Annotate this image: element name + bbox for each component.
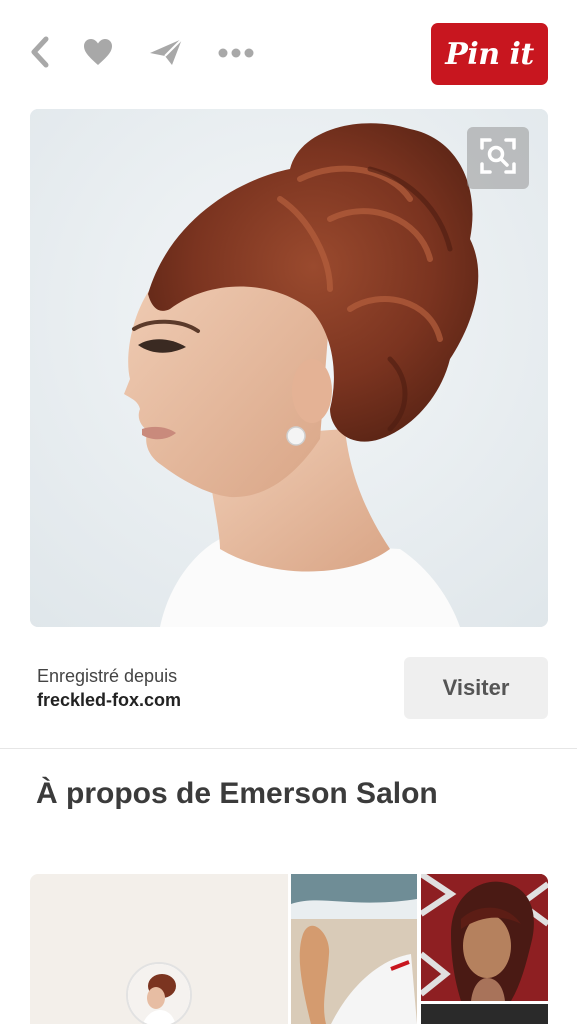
board-thumbnail[interactable]	[421, 874, 548, 1001]
pin-image[interactable]	[30, 109, 548, 627]
visual-search-button[interactable]	[467, 127, 529, 189]
board-cover	[30, 874, 288, 1024]
board-thumbnail[interactable]	[421, 1004, 548, 1024]
pin-it-button[interactable]: Pin it	[431, 23, 548, 85]
back-button[interactable]	[20, 34, 60, 74]
heart-icon	[83, 38, 113, 71]
ellipsis-icon	[218, 45, 254, 63]
saved-from-label: Enregistré depuis	[37, 666, 178, 686]
send-button[interactable]	[146, 34, 186, 74]
paper-plane-icon	[148, 37, 184, 72]
visual-search-icon	[478, 136, 518, 181]
like-button[interactable]	[78, 34, 118, 74]
section-divider	[0, 748, 577, 749]
visit-label: Visiter	[442, 675, 510, 700]
board-preview[interactable]	[30, 874, 548, 1024]
board-thumbnail[interactable]	[291, 874, 417, 1024]
source-info: Enregistré depuis freckled-fox.com	[37, 664, 181, 712]
pin-it-label: Pin it	[445, 36, 534, 72]
top-toolbar: Pin it	[0, 0, 577, 108]
visit-button[interactable]: Visiter	[404, 657, 548, 719]
about-section-title: À propos de Emerson Salon	[36, 777, 438, 810]
board-avatar[interactable]	[126, 962, 192, 1024]
chevron-left-icon	[29, 35, 51, 74]
source-domain-link[interactable]: freckled-fox.com	[37, 688, 181, 712]
more-button[interactable]	[216, 34, 256, 74]
